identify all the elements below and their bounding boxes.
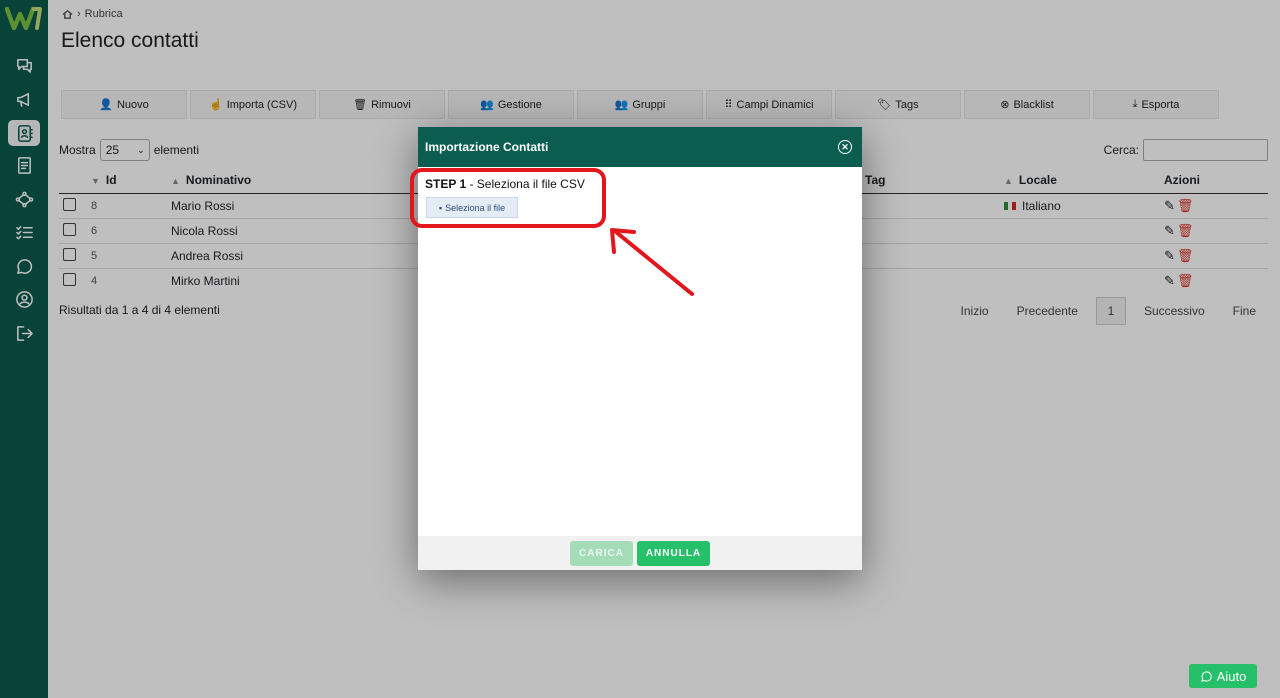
step-highlight-annotation xyxy=(410,168,606,228)
close-icon[interactable]: ✕ xyxy=(838,140,852,154)
modal-footer: CARICA ANNULLA xyxy=(418,536,862,570)
cancel-button[interactable]: ANNULLA xyxy=(637,540,710,566)
upload-button[interactable]: CARICA xyxy=(570,540,633,566)
modal-header: Importazione Contatti ✕ xyxy=(418,127,862,167)
modal-title: Importazione Contatti xyxy=(425,140,549,154)
whatsapp-icon xyxy=(1200,671,1212,682)
help-button[interactable]: Aiuto xyxy=(1189,664,1257,688)
arrow-annotation-icon xyxy=(610,228,694,296)
